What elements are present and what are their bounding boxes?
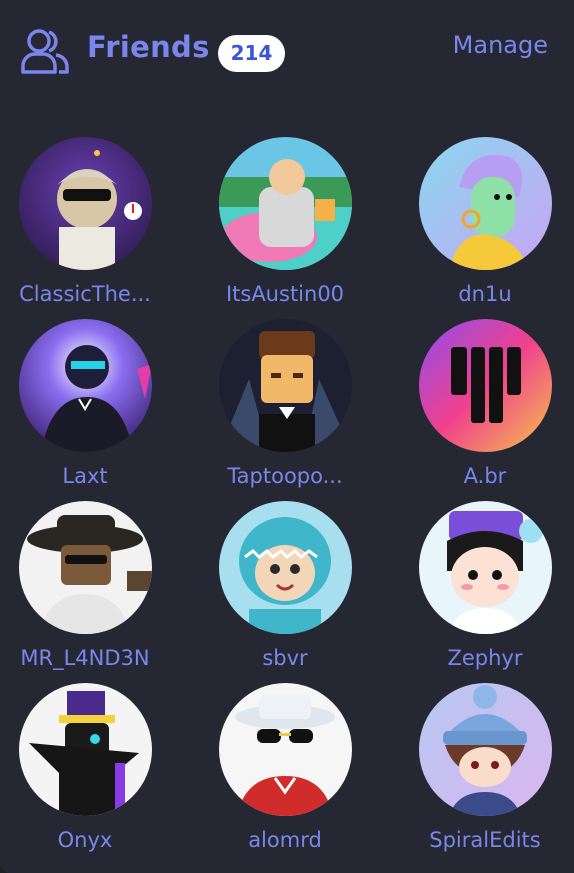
avatar <box>419 501 552 634</box>
friend-name: Taptoopo... <box>227 464 343 488</box>
avatar <box>19 319 152 452</box>
friend-name: dn1u <box>458 282 512 306</box>
avatar <box>19 501 152 634</box>
friends-panel: Friends 214 Manage ClassicThe... ItsAust… <box>0 0 574 873</box>
friend-name: ItsAustin00 <box>225 282 345 306</box>
friend-name: Onyx <box>57 828 113 852</box>
friend-name: sbvr <box>262 646 308 670</box>
page-title: Friends <box>87 30 210 64</box>
avatar <box>219 319 352 452</box>
avatar <box>19 137 152 270</box>
friend-name: alomrd <box>248 828 322 852</box>
friend-tile[interactable]: Laxt <box>0 319 175 499</box>
friends-icon <box>21 29 69 74</box>
friend-tile[interactable]: Onyx <box>0 683 175 863</box>
friend-name: SpiralEdits <box>429 828 541 852</box>
friend-tile[interactable]: ItsAustin00 <box>195 137 375 317</box>
friend-tile[interactable]: ClassicThe... <box>0 137 175 317</box>
friend-tile[interactable]: Taptoopo... <box>195 319 375 499</box>
avatar <box>419 319 552 452</box>
friend-name: ClassicThe... <box>19 282 151 306</box>
friend-tile[interactable]: dn1u <box>395 137 574 317</box>
avatar <box>419 137 552 270</box>
friend-tile[interactable]: Zephyr <box>395 501 574 681</box>
friends-header: Friends 214 Manage <box>0 0 574 100</box>
avatar <box>419 683 552 816</box>
friend-name: Laxt <box>62 464 108 488</box>
avatar <box>219 683 352 816</box>
friend-name: A.br <box>463 464 507 488</box>
manage-button[interactable]: Manage <box>453 31 548 59</box>
friend-tile[interactable]: MR_L4ND3N <box>0 501 175 681</box>
friends-count-badge: 214 <box>218 35 285 72</box>
avatar <box>219 137 352 270</box>
friend-tile[interactable]: SpiralEdits <box>395 683 574 863</box>
friend-tile[interactable]: A.br <box>395 319 574 499</box>
avatar <box>219 501 352 634</box>
friend-tile[interactable]: sbvr <box>195 501 375 681</box>
avatar <box>19 683 152 816</box>
friend-tile[interactable]: alomrd <box>195 683 375 863</box>
friend-name: Zephyr <box>447 646 523 670</box>
friend-name: MR_L4ND3N <box>20 646 150 670</box>
